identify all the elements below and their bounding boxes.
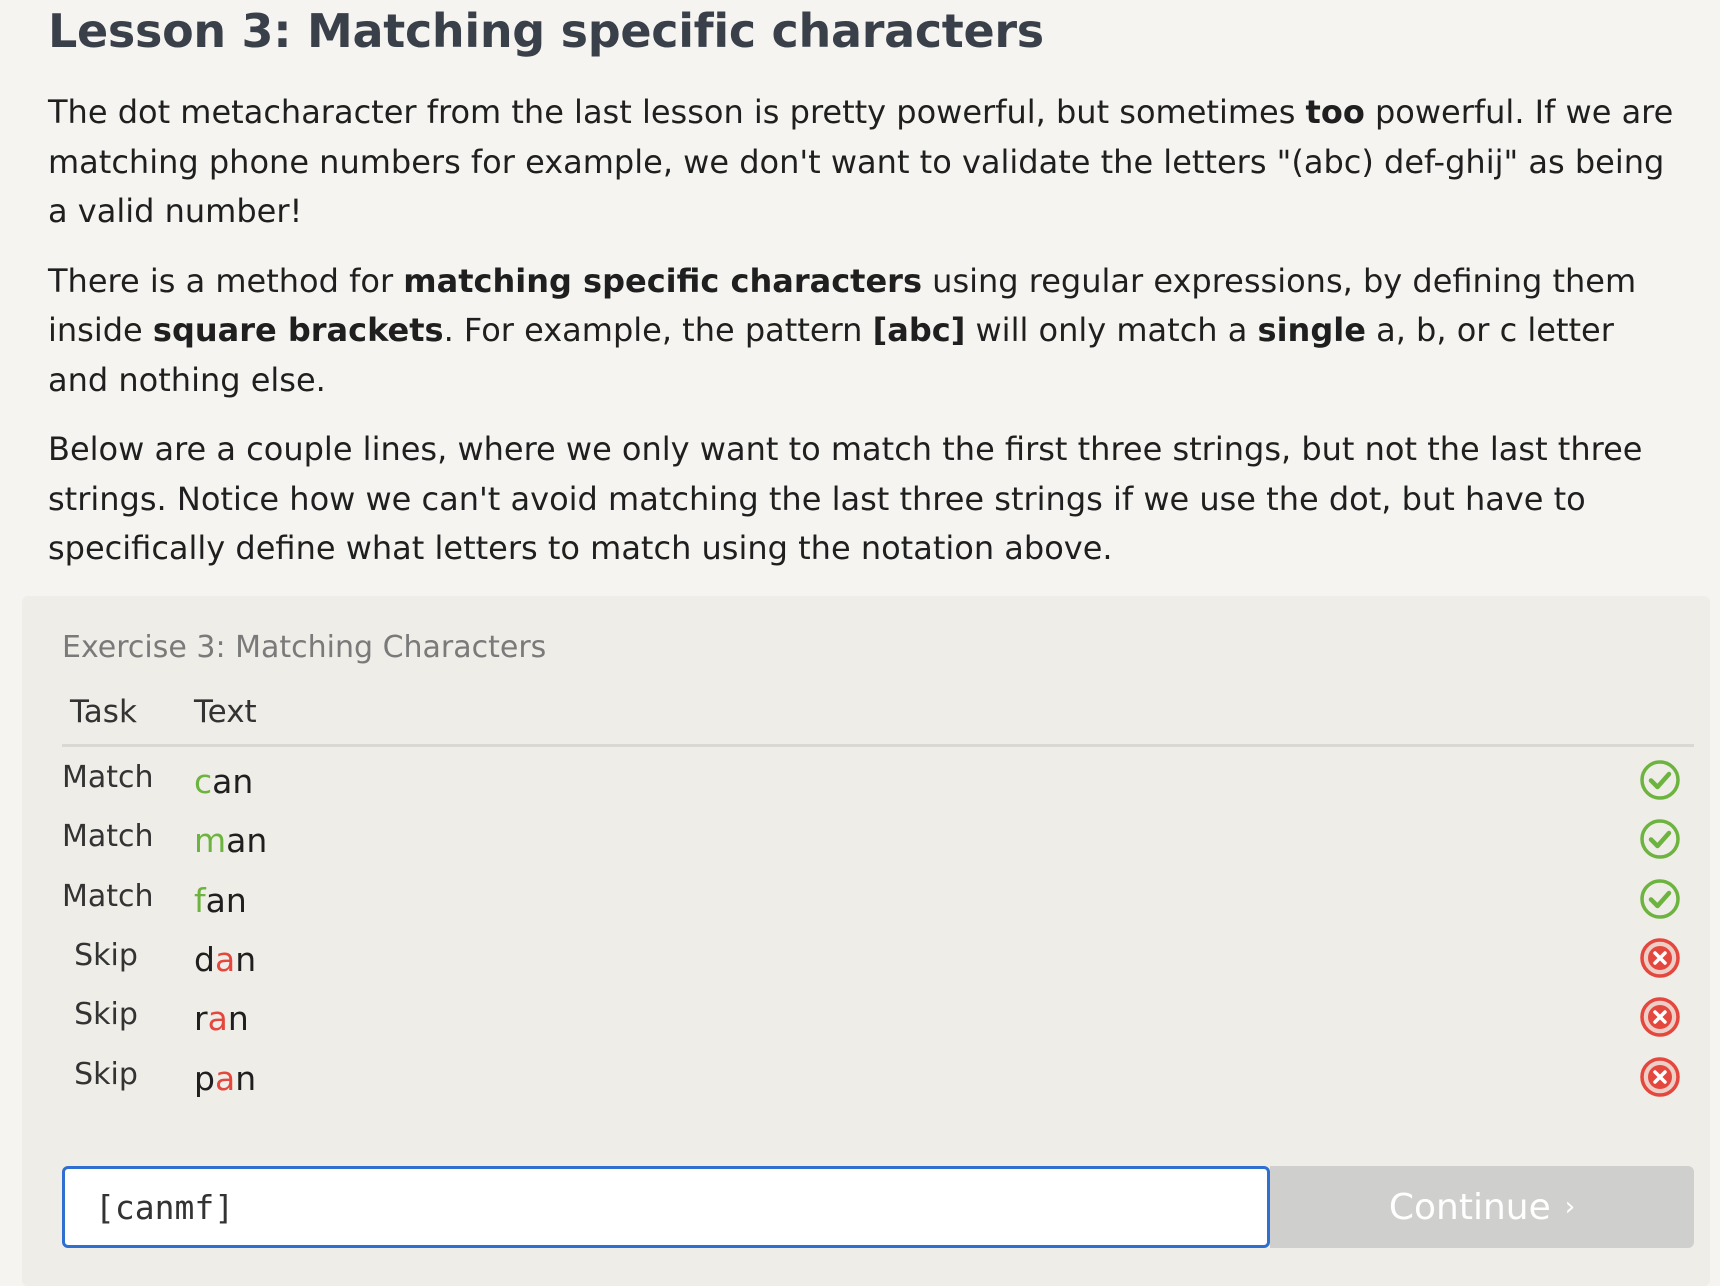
task-column-header: Task [70, 694, 137, 730]
text-segment: Below are a couple lines, where we only … [48, 430, 1643, 567]
check-circle-icon [1640, 760, 1680, 800]
highlighted-char: a [214, 939, 236, 979]
text-segment: an [212, 762, 254, 801]
highlighted-char: a [207, 999, 228, 1039]
bold-text: [abc] [872, 311, 966, 349]
bold-text: matching specific characters [403, 261, 922, 300]
row-task: Match [62, 819, 154, 855]
continue-button[interactable]: Continue › [1270, 1166, 1694, 1248]
row-task: Skip [74, 937, 138, 973]
bold-text: too [1305, 93, 1365, 131]
text-column-header: Text [194, 694, 257, 730]
text-segment: will only match a [965, 311, 1258, 349]
exercise-row: Match can [62, 754, 1682, 818]
row-task: Skip [74, 1056, 138, 1092]
row-text: man [194, 821, 267, 860]
row-text: dan [194, 940, 256, 979]
chevron-right-icon: › [1564, 1192, 1576, 1222]
row-text: pan [194, 1059, 256, 1098]
text-segment: an [205, 880, 247, 920]
lesson-paragraph: Below are a couple lines, where we only … [48, 425, 1678, 574]
x-circle-icon [1640, 997, 1680, 1037]
text-segment: The dot metacharacter from the last less… [48, 93, 1306, 131]
bold-text: square brackets [152, 311, 444, 349]
continue-label: Continue [1388, 1186, 1551, 1228]
x-circle-icon [1640, 1056, 1680, 1097]
highlighted-char: m [194, 821, 227, 861]
lesson-paragraph: The dot metacharacter from the last less… [48, 88, 1678, 237]
text-segment: There is a method for [48, 261, 404, 300]
x-circle-icon [1640, 938, 1680, 978]
row-text: fan [194, 881, 247, 920]
exercise-row: Match man [62, 813, 1682, 877]
text-segment: . For example, the pattern [443, 311, 873, 349]
text-segment: n [235, 939, 257, 979]
regex-input[interactable] [62, 1166, 1270, 1248]
text-segment: p [194, 1058, 215, 1098]
text-segment: r [194, 999, 208, 1039]
text-segment: d [194, 939, 215, 979]
lesson-title: Lesson 3: Matching specific characters [48, 4, 1044, 58]
highlighted-char: a [214, 1058, 236, 1098]
row-text: can [194, 762, 253, 801]
header-divider [62, 744, 1694, 747]
exercise-row: Match fan [62, 873, 1682, 937]
check-circle-icon [1640, 878, 1680, 919]
row-text: ran [194, 999, 249, 1038]
row-task: Match [62, 878, 154, 914]
text-segment: n [235, 1058, 257, 1098]
row-task: Skip [74, 997, 138, 1033]
bold-text: single [1257, 311, 1366, 349]
exercise-row: Skip dan [62, 932, 1682, 996]
exercise-row: Skip ran [62, 991, 1682, 1055]
lesson-content: Lesson 3: Matching specific characters T… [48, 0, 1678, 574]
text-segment: n [227, 999, 249, 1039]
highlighted-char: c [194, 762, 213, 801]
highlighted-char: f [194, 880, 206, 920]
row-task: Match [62, 760, 154, 795]
exercise-panel: Exercise 3: Matching Characters Task Tex… [22, 596, 1710, 1286]
check-circle-icon [1640, 819, 1680, 860]
exercise-row: Skip pan [62, 1051, 1682, 1115]
text-segment: an [226, 821, 268, 861]
lesson-paragraph: There is a method for matching specific … [48, 257, 1678, 406]
exercise-title: Exercise 3: Matching Characters [62, 630, 547, 665]
